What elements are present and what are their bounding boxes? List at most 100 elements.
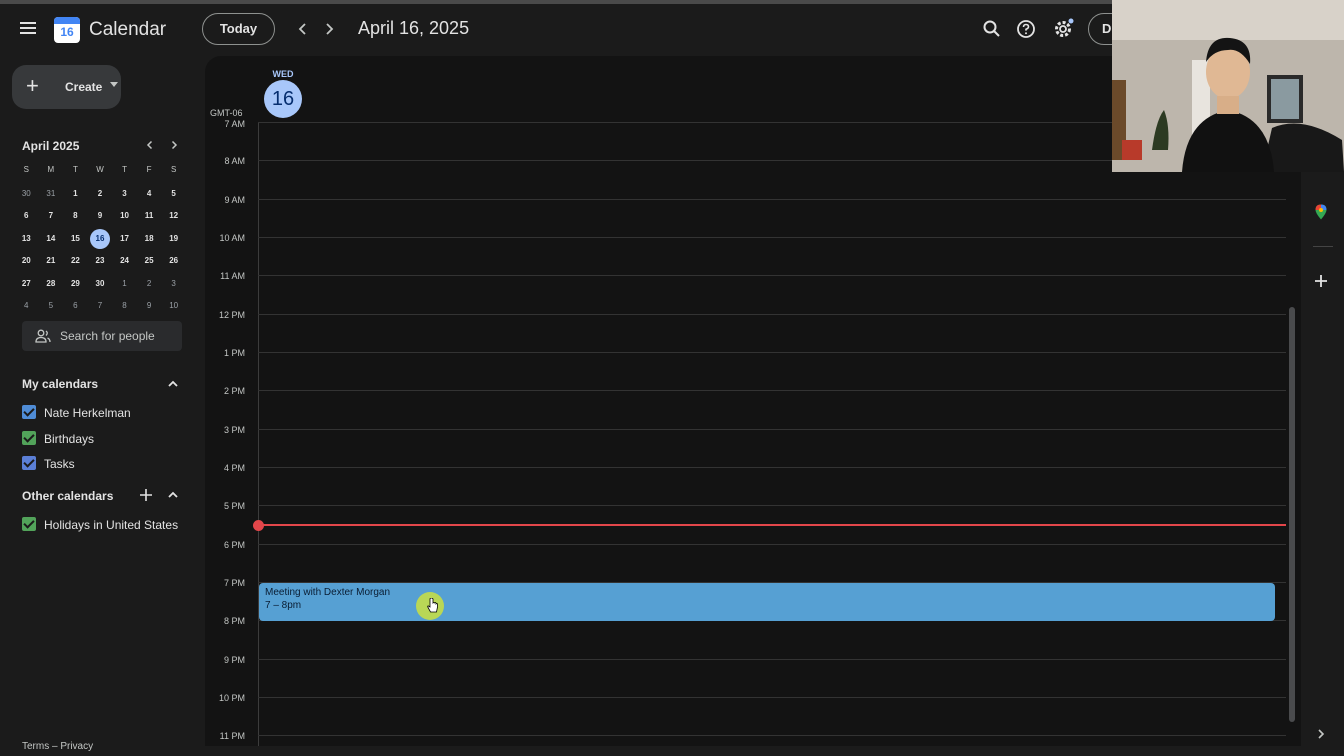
mini-calendar-day[interactable]: 2	[137, 273, 162, 296]
checkbox-checked[interactable]	[22, 431, 36, 445]
collapse-other-calendars-button[interactable]	[166, 488, 180, 502]
mini-calendar-day[interactable]: 10	[161, 295, 186, 318]
day-number[interactable]: 16	[264, 80, 302, 118]
rail-divider	[1313, 246, 1333, 247]
hour-line	[258, 659, 1286, 660]
mini-calendar-day-selected[interactable]: 16	[88, 228, 113, 251]
app-title[interactable]: Calendar	[89, 19, 166, 41]
time-grid-scrollbar[interactable]	[1289, 307, 1295, 722]
mini-calendar-week: 27 28 29 30 1 2 3	[14, 273, 186, 296]
mini-calendar-day[interactable]: 1	[112, 273, 137, 296]
calendar-logo-icon[interactable]: 16	[54, 17, 80, 43]
maps-icon[interactable]	[1315, 204, 1327, 220]
day-name: WED	[272, 69, 294, 79]
hour-line	[258, 390, 1286, 391]
event-title: Meeting with Dexter Morgan	[265, 587, 391, 598]
search-people-input[interactable]: Search for people	[22, 321, 182, 351]
mini-calendar-day[interactable]: 3	[112, 183, 137, 206]
mini-calendar-day[interactable]: 18	[137, 228, 162, 251]
mini-calendar-title: April 2025	[22, 139, 80, 153]
mini-calendar-day[interactable]: 22	[63, 250, 88, 273]
hour-label: 7 AM	[224, 119, 245, 128]
get-addons-button[interactable]	[1314, 272, 1328, 293]
logo-day: 16	[60, 25, 74, 39]
weekday-label: T	[122, 165, 127, 174]
hour-label: 5 PM	[223, 501, 245, 511]
time-grid[interactable]: 7 AM 8 AM 9 AM 10 AM 11 AM 12 PM 1 PM 2 …	[205, 119, 1301, 746]
calendar-label: Birthdays	[44, 432, 95, 446]
hour-line	[258, 429, 1286, 430]
menu-bar	[20, 22, 36, 24]
settings-button[interactable]	[1051, 17, 1075, 41]
mini-calendar-day[interactable]: 24	[112, 250, 137, 273]
mini-calendar-day[interactable]: 5	[39, 295, 64, 318]
main-menu-button[interactable]	[16, 16, 40, 40]
mini-calendar-day[interactable]: 19	[161, 228, 186, 251]
mini-calendar-day[interactable]: 28	[39, 273, 64, 296]
mini-calendar-day[interactable]: 9	[88, 205, 113, 228]
mini-calendar-day[interactable]: 26	[161, 250, 186, 273]
mini-calendar-day[interactable]: 14	[39, 228, 64, 251]
mini-calendar-day[interactable]: 20	[14, 250, 39, 273]
mini-calendar-day[interactable]: 30	[14, 183, 39, 206]
other-calendars-heading[interactable]: Other calendars	[22, 489, 113, 503]
plus-icon: +	[26, 73, 39, 98]
current-time-dot	[253, 520, 264, 531]
mini-calendar-day[interactable]: 4	[137, 183, 162, 206]
hour-label: 12 PM	[218, 310, 245, 320]
checkbox-checked[interactable]	[22, 456, 36, 470]
search-people-placeholder: Search for people	[60, 329, 155, 343]
mini-calendar-day[interactable]: 27	[14, 273, 39, 296]
mini-calendar-day[interactable]: 17	[112, 228, 137, 251]
create-button[interactable]: + Create	[12, 65, 121, 109]
mini-calendar-next-button[interactable]	[167, 138, 181, 155]
mini-calendar-day[interactable]: 7	[39, 205, 64, 228]
today-button[interactable]: Today	[202, 13, 275, 45]
help-button[interactable]	[1014, 17, 1038, 41]
mini-calendar-day[interactable]: 23	[88, 250, 113, 273]
time-column-divider	[258, 122, 259, 746]
mini-calendar-prev-button[interactable]	[143, 138, 157, 155]
calendar-label: Nate Herkelman	[44, 406, 131, 420]
mini-calendar-day[interactable]: 21	[39, 250, 64, 273]
mini-calendar-day[interactable]: 12	[161, 205, 186, 228]
mini-calendar-day[interactable]: 10	[112, 205, 137, 228]
mini-calendar-day[interactable]: 8	[63, 205, 88, 228]
weekday-label: M	[47, 165, 55, 174]
mini-calendar-day[interactable]: 3	[161, 273, 186, 296]
mini-calendar-day[interactable]: 1	[63, 183, 88, 206]
checkbox-checked[interactable]	[22, 517, 36, 531]
weekday-label: T	[72, 165, 78, 174]
mini-calendar-day[interactable]: 2	[88, 183, 113, 206]
mini-calendar-week: 30 31 1 2 3 4 5	[14, 183, 186, 206]
hour-label: 8 AM	[224, 156, 245, 166]
mini-calendar-day[interactable]: 13	[14, 228, 39, 251]
mini-calendar-day[interactable]: 6	[63, 295, 88, 318]
mini-calendar-day[interactable]: 29	[63, 273, 88, 296]
previous-day-button[interactable]	[293, 19, 313, 39]
mini-calendar-day[interactable]: 9	[137, 295, 162, 318]
weekday-label: F	[146, 165, 152, 174]
side-panel-rail	[1301, 172, 1344, 756]
mini-calendar-day[interactable]: 15	[63, 228, 88, 251]
mini-calendar-day[interactable]: 8	[112, 295, 137, 318]
collapse-my-calendars-button[interactable]	[166, 377, 180, 391]
mini-calendar-day[interactable]: 5	[161, 183, 186, 206]
calendar-event[interactable]: Meeting with Dexter Morgan 7 – 8pm	[259, 583, 1275, 621]
next-day-button[interactable]	[319, 19, 339, 39]
mini-calendar-day[interactable]: 6	[14, 205, 39, 228]
add-other-calendar-button[interactable]	[139, 488, 153, 502]
terms-privacy-link[interactable]: Terms – Privacy	[22, 741, 93, 752]
mini-calendar-day[interactable]: 7	[88, 295, 113, 318]
search-icon	[983, 20, 1000, 37]
search-button[interactable]	[980, 17, 1004, 41]
mini-calendar-day[interactable]: 31	[39, 183, 64, 206]
mini-calendar-day[interactable]: 4	[14, 295, 39, 318]
show-side-panel-button[interactable]	[1315, 728, 1327, 743]
hour-line	[258, 237, 1286, 238]
checkbox-checked[interactable]	[22, 405, 36, 419]
mini-calendar-day[interactable]: 30	[88, 273, 113, 296]
mini-calendar-day[interactable]: 11	[137, 205, 162, 228]
mini-calendar-day[interactable]: 25	[137, 250, 162, 273]
my-calendars-heading[interactable]: My calendars	[22, 377, 98, 391]
